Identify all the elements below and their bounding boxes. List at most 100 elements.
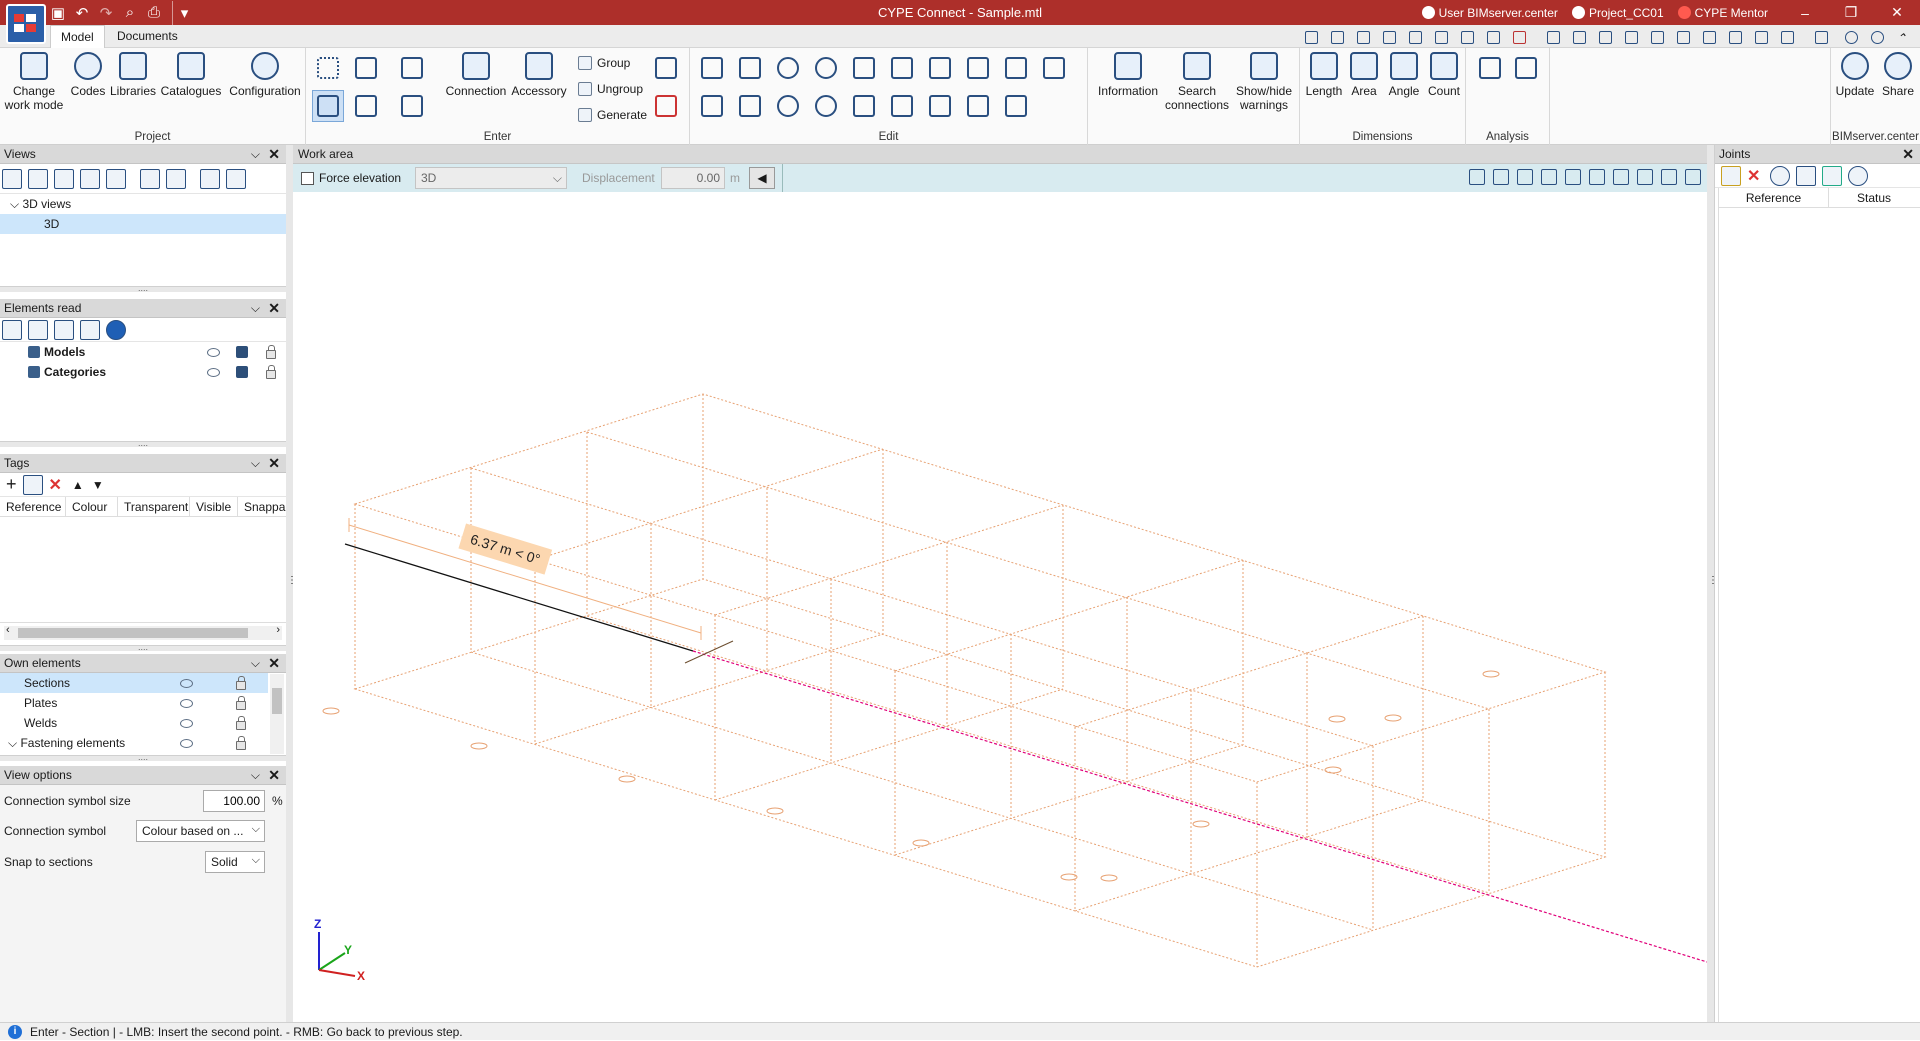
- draw-line-icon[interactable]: [396, 90, 428, 122]
- tree-node-plates[interactable]: Plates: [0, 693, 268, 713]
- scale-icon[interactable]: [1646, 27, 1668, 47]
- snap-grid-icon[interactable]: [1594, 27, 1616, 47]
- vertical-scrollbar[interactable]: [270, 674, 284, 754]
- connection-symbol-size-input[interactable]: [203, 790, 265, 812]
- link-icon[interactable]: [80, 319, 100, 340]
- zoom-extents-icon[interactable]: [1404, 27, 1426, 47]
- model-icon[interactable]: [236, 366, 248, 378]
- panel-splitter[interactable]: ....: [0, 284, 286, 293]
- rotate-copy-icon[interactable]: [772, 90, 804, 122]
- plane-view-icon[interactable]: [1517, 169, 1533, 185]
- tree-node-3d[interactable]: 3D: [0, 214, 286, 234]
- mirror-copy-icon[interactable]: [810, 90, 842, 122]
- globe-icon[interactable]: [1840, 27, 1862, 47]
- panels-icon[interactable]: [1810, 27, 1832, 47]
- close-icon[interactable]: ✕: [268, 145, 280, 164]
- camera-icon[interactable]: [140, 168, 160, 189]
- model-icon[interactable]: [236, 346, 248, 358]
- configuration-button[interactable]: Configuration: [226, 52, 304, 98]
- tag-icon[interactable]: [848, 90, 880, 122]
- visibility-eye-icon[interactable]: [180, 739, 193, 748]
- copy-icon[interactable]: [22, 474, 43, 495]
- info-icon[interactable]: [106, 319, 126, 340]
- group-button[interactable]: Group: [578, 56, 630, 70]
- collapse-icon[interactable]: ⌵: [251, 145, 260, 164]
- update-button[interactable]: Update: [1833, 52, 1877, 98]
- delete-element-icon[interactable]: [650, 90, 682, 122]
- delete-view-icon[interactable]: [80, 168, 100, 189]
- view-select[interactable]: 3D ⌵: [415, 167, 567, 189]
- visibility-eye-icon[interactable]: [207, 368, 220, 377]
- extend-icon[interactable]: [886, 52, 918, 84]
- cube-icon[interactable]: [1493, 169, 1509, 185]
- check-icon[interactable]: [1822, 165, 1843, 186]
- profile-i-icon[interactable]: [924, 52, 956, 84]
- search-connections-button[interactable]: Search connections: [1164, 52, 1230, 112]
- deselect-icon[interactable]: [54, 319, 74, 340]
- collapse-icon[interactable]: ⌵: [251, 654, 260, 673]
- lock-icon[interactable]: [236, 696, 246, 710]
- window-icon[interactable]: [1542, 27, 1564, 47]
- angle-button[interactable]: Angle: [1384, 52, 1424, 98]
- information-button[interactable]: Information: [1092, 52, 1164, 98]
- support-icon[interactable]: [1541, 169, 1557, 185]
- weld-icon[interactable]: [1000, 90, 1032, 122]
- layers-icon[interactable]: [1613, 169, 1629, 185]
- ribbon-collapse-icon[interactable]: ⌃: [1892, 27, 1914, 47]
- column-section-icon[interactable]: [396, 52, 428, 84]
- connection-button[interactable]: Connection: [444, 52, 508, 98]
- cube-grid-icon[interactable]: [200, 168, 220, 189]
- edit-pencil-icon[interactable]: [696, 52, 728, 84]
- image-icon[interactable]: [1589, 169, 1605, 185]
- 3d-mode-icon[interactable]: [1685, 169, 1701, 185]
- 3d-viewport[interactable]: 6.37 m < 0° Z Y X: [293, 192, 1707, 1022]
- minimize-button[interactable]: –: [1782, 0, 1828, 25]
- text-icon[interactable]: [1724, 27, 1746, 47]
- accessory-button[interactable]: Accessory: [510, 52, 568, 98]
- lock-icon[interactable]: [266, 365, 276, 379]
- move-copy-icon[interactable]: [734, 90, 766, 122]
- visibility-eye-icon[interactable]: [180, 699, 193, 708]
- zoom-window-icon[interactable]: [1326, 27, 1348, 47]
- horizontal-scrollbar[interactable]: ‹ ›: [4, 624, 282, 640]
- ungroup-button[interactable]: Ungroup: [578, 82, 643, 96]
- tree-node-fastening-elements[interactable]: ⌵ Fastening elements: [0, 733, 268, 753]
- axes-view-icon[interactable]: [106, 168, 126, 189]
- close-icon[interactable]: ✕: [1902, 145, 1914, 164]
- zoom-all-icon[interactable]: [1378, 27, 1400, 47]
- move-down-icon[interactable]: ▼: [92, 478, 104, 492]
- profile-end-icon[interactable]: [924, 90, 956, 122]
- force-elevation-checkbox[interactable]: [301, 171, 314, 185]
- rotate-icon[interactable]: [772, 52, 804, 84]
- edit-plane-icon[interactable]: [696, 90, 728, 122]
- length-button[interactable]: Length: [1302, 52, 1346, 98]
- tree-node-welds[interactable]: Welds: [0, 713, 268, 733]
- left-panel-divider[interactable]: ⋮: [286, 145, 297, 1022]
- copy-icon[interactable]: [848, 52, 880, 84]
- lock-icon[interactable]: [236, 736, 246, 750]
- pan-hand-icon[interactable]: [1430, 27, 1452, 47]
- column-visible[interactable]: Visible: [190, 497, 238, 516]
- tree-node-categories[interactable]: Categories: [0, 362, 286, 382]
- new-view-icon[interactable]: [2, 168, 22, 189]
- tree-node-sections[interactable]: Sections: [0, 673, 268, 693]
- add-element-icon[interactable]: [650, 52, 682, 84]
- column-transparent[interactable]: Transparent: [118, 497, 190, 516]
- zoom-previous-icon[interactable]: [1300, 27, 1322, 47]
- delete-icon[interactable]: ✕: [49, 475, 62, 495]
- new-3d-view-icon[interactable]: [28, 168, 48, 189]
- mirror-icon[interactable]: [810, 52, 842, 84]
- close-icon[interactable]: ✕: [268, 454, 280, 473]
- count-button[interactable]: Count: [1424, 52, 1464, 98]
- trim-icon[interactable]: [962, 90, 994, 122]
- close-icon[interactable]: ✕: [268, 299, 280, 318]
- select-icon[interactable]: [28, 319, 48, 340]
- visibility-eye-icon[interactable]: [207, 348, 220, 357]
- visibility-eye-icon[interactable]: [180, 679, 193, 688]
- angle-icon[interactable]: [1672, 27, 1694, 47]
- column-reference[interactable]: Reference: [1719, 188, 1829, 207]
- close-button[interactable]: ✕: [1874, 0, 1920, 25]
- copy-view-icon[interactable]: [1482, 27, 1504, 47]
- help-icon[interactable]: [1866, 27, 1888, 47]
- restore-button[interactable]: ❐: [1828, 0, 1874, 25]
